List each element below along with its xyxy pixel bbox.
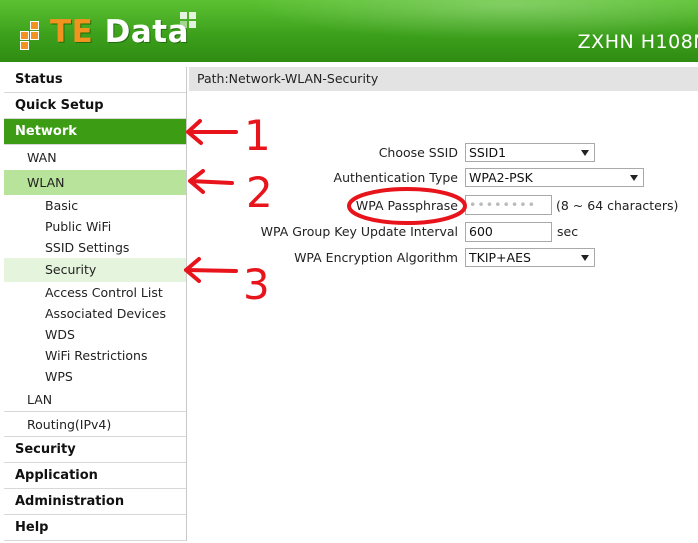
- nav-wlan-access-control-list[interactable]: Access Control List: [4, 282, 186, 303]
- group-key-interval-input[interactable]: 600: [465, 222, 552, 242]
- model-name: ZXHN H108N: [577, 31, 698, 53]
- nav-network[interactable]: Network: [4, 119, 186, 145]
- nav-administration[interactable]: Administration: [4, 489, 186, 515]
- group-key-row: WPA Group Key Update Interval: [190, 222, 458, 242]
- passphrase-hint: (8 ~ 64 characters): [556, 198, 679, 213]
- chevron-down-icon: [581, 150, 589, 156]
- choose-ssid-label: Choose SSID: [378, 145, 458, 160]
- choose-ssid-row: Choose SSID: [190, 143, 458, 163]
- nav-wlan-wds[interactable]: WDS: [4, 324, 186, 345]
- chevron-down-icon: [581, 255, 589, 261]
- nav-wlan[interactable]: WLAN: [4, 170, 186, 195]
- nav-routing-ipv4[interactable]: Routing(IPv4): [4, 412, 186, 437]
- logo-squares-icon: [180, 12, 204, 36]
- header-banner: TE Data ZXHN H108N: [0, 0, 698, 62]
- group-key-label: WPA Group Key Update Interval: [260, 224, 458, 239]
- nav-wlan-associated-devices[interactable]: Associated Devices: [4, 303, 186, 324]
- encryption-select[interactable]: TKIP+AES: [465, 248, 595, 267]
- nav-wlan-public-wifi[interactable]: Public WiFi: [4, 216, 186, 237]
- nav-wan[interactable]: WAN: [4, 145, 186, 170]
- nav-lan[interactable]: LAN: [4, 387, 186, 412]
- arrow-1-icon: [186, 119, 238, 145]
- encryption-row: WPA Encryption Algorithm: [190, 248, 458, 268]
- logo-text: TE Data: [50, 13, 190, 50]
- nav-wlan-wifi-restrictions[interactable]: WiFi Restrictions: [4, 345, 186, 366]
- auth-type-select[interactable]: WPA2-PSK: [465, 168, 644, 187]
- group-key-unit: sec: [557, 224, 579, 239]
- nav-wlan-basic[interactable]: Basic: [4, 195, 186, 216]
- auth-type-row: Authentication Type: [190, 168, 458, 188]
- passphrase-row: WPA Passphrase: [190, 196, 458, 216]
- te-data-logo: TE Data: [20, 12, 196, 52]
- passphrase-label: WPA Passphrase: [355, 198, 458, 213]
- encryption-label: WPA Encryption Algorithm: [294, 250, 458, 265]
- sidebar-nav: Status Quick Setup Network WAN WLAN Basi…: [4, 67, 187, 541]
- choose-ssid-select[interactable]: SSID1: [465, 143, 595, 162]
- nav-help[interactable]: Help: [4, 515, 186, 541]
- passphrase-input[interactable]: ••••••••: [465, 195, 552, 215]
- chevron-down-icon: [630, 175, 638, 181]
- nav-wlan-wps[interactable]: WPS: [4, 366, 186, 387]
- nav-security[interactable]: Security: [4, 437, 186, 463]
- breadcrumb: Path:Network-WLAN-Security: [189, 67, 698, 91]
- auth-type-label: Authentication Type: [333, 170, 458, 185]
- nav-wlan-security[interactable]: Security: [4, 258, 186, 282]
- nav-application[interactable]: Application: [4, 463, 186, 489]
- nav-quick-setup[interactable]: Quick Setup: [4, 93, 186, 119]
- logo-dots-icon: [20, 15, 48, 50]
- nav-status[interactable]: Status: [4, 67, 186, 93]
- nav-wlan-ssid-settings[interactable]: SSID Settings: [4, 237, 186, 258]
